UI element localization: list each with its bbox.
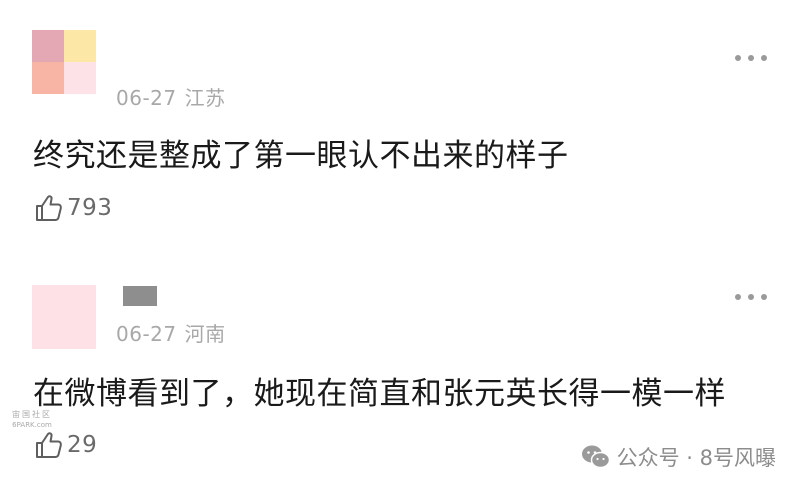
site-watermark: 宙国社区 6PARK.com — [6, 410, 58, 430]
avatar-tile — [64, 30, 96, 62]
avatar-tile — [32, 30, 64, 62]
username-redacted — [123, 286, 157, 306]
comment-meta: 06-27 江苏 — [116, 82, 226, 111]
thumbs-up-icon — [36, 432, 62, 458]
dot — [761, 55, 767, 61]
comment-meta: 06-27 河南 — [116, 318, 226, 347]
comment-text: 在微博看到了，她现在简直和张元英长得一模一样 — [33, 376, 726, 412]
watermark-top: 宙国社区 — [12, 410, 52, 419]
like-count: 29 — [67, 432, 98, 458]
dot — [748, 55, 754, 61]
thumbs-up-icon — [36, 195, 62, 221]
avatar[interactable] — [32, 285, 96, 349]
avatar-tile — [64, 62, 96, 94]
comment-date: 06-27 — [116, 86, 177, 110]
like-button[interactable]: 793 — [34, 193, 112, 223]
comment-item: 06-27 江苏 终究还是整成了第一眼认不出来的样子 793 — [0, 0, 800, 248]
like-count: 793 — [67, 195, 113, 221]
comment-region: 河南 — [184, 322, 226, 346]
wechat-icon — [581, 445, 610, 469]
account-watermark: 公众号 · 8号风曝 — [581, 442, 776, 472]
comment-text: 终究还是整成了第一眼认不出来的样子 — [33, 138, 569, 174]
avatar[interactable] — [32, 30, 96, 94]
like-button[interactable]: 29 — [34, 430, 97, 460]
dot — [735, 294, 741, 300]
dot — [735, 55, 741, 61]
account-label: 公众号 · 8号风曝 — [616, 446, 776, 470]
watermark-bottom: 6PARK.com — [12, 421, 52, 429]
more-dots-icon[interactable] — [735, 291, 767, 303]
comment-region: 江苏 — [184, 86, 226, 110]
more-dots-icon[interactable] — [735, 52, 767, 64]
dot — [748, 294, 754, 300]
avatar-tile — [32, 62, 64, 94]
comment-date: 06-27 — [116, 322, 177, 346]
dot — [761, 294, 767, 300]
